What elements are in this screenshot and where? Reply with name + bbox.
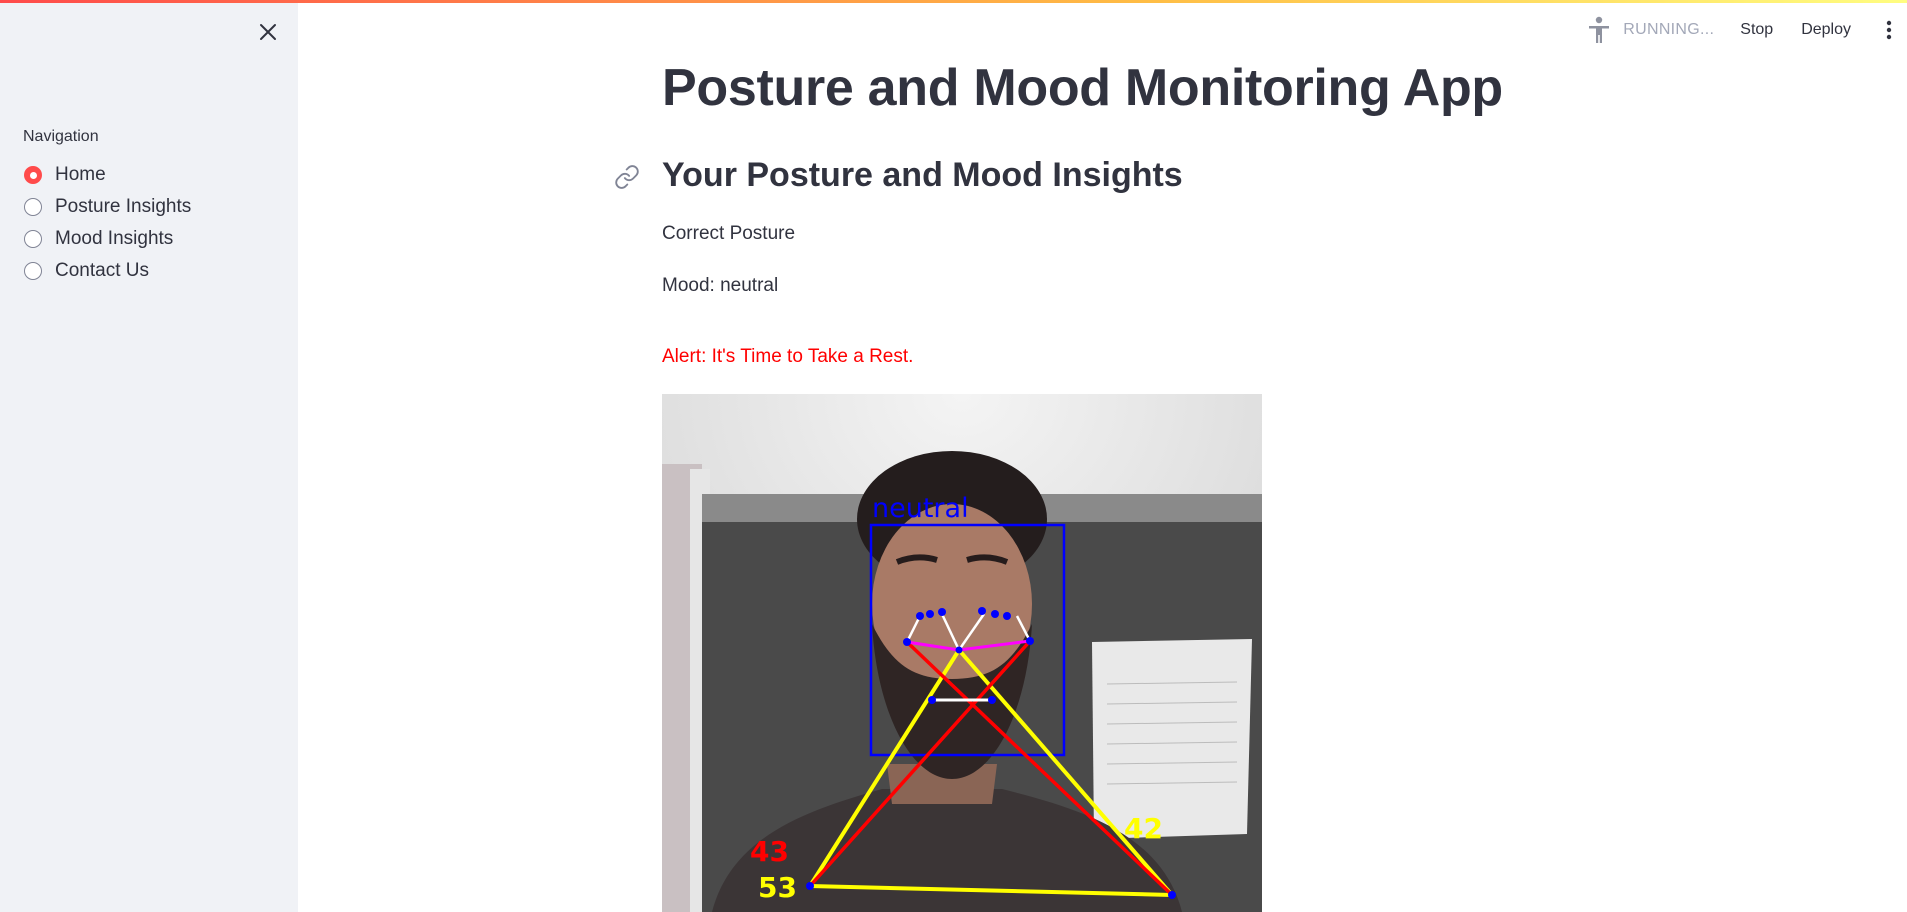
kebab-menu-icon[interactable] (1879, 16, 1899, 44)
sidebar: Navigation Home Posture Insights Mood In… (0, 0, 298, 912)
webcam-frame: neutral 43 53 42 (662, 394, 1262, 912)
nav-option-posture-insights[interactable]: Posture Insights (24, 191, 191, 223)
radio-selected-icon[interactable] (24, 166, 42, 184)
posture-status-text: Correct Posture (662, 223, 796, 244)
deploy-button[interactable]: Deploy (1801, 21, 1851, 39)
nav-option-label: Contact Us (55, 260, 149, 281)
stop-button[interactable]: Stop (1740, 21, 1773, 39)
angle-label-red: 43 (750, 835, 789, 868)
rest-alert-text: Alert: It's Time to Take a Rest. (662, 346, 914, 367)
navigation-label: Navigation (23, 128, 99, 145)
section-subheader: Your Posture and Mood Insights (662, 156, 1183, 194)
angle-label-left-yellow: 53 (758, 871, 797, 904)
page-title: Posture and Mood Monitoring App (662, 59, 1503, 117)
top-decoration-bar (0, 0, 1907, 3)
navigation-radio-group: Home Posture Insights Mood Insights Cont… (24, 159, 191, 287)
angle-label-right-yellow: 42 (1124, 812, 1163, 845)
emotion-label: neutral (872, 493, 969, 524)
running-status-text: RUNNING... (1623, 21, 1715, 38)
nav-option-label: Home (55, 164, 106, 185)
nav-option-label: Mood Insights (55, 228, 174, 249)
radio-unselected-icon[interactable] (24, 198, 42, 216)
radio-unselected-icon[interactable] (24, 230, 42, 248)
link-icon[interactable] (614, 164, 640, 190)
nav-option-label: Posture Insights (55, 196, 192, 217)
running-man-icon (1585, 15, 1613, 45)
close-icon[interactable] (254, 18, 282, 46)
mood-status-text: Mood: neutral (662, 275, 779, 296)
nav-option-contact-us[interactable]: Contact Us (24, 255, 191, 287)
nav-option-mood-insights[interactable]: Mood Insights (24, 223, 191, 255)
nav-option-home[interactable]: Home (24, 159, 191, 191)
radio-unselected-icon[interactable] (24, 262, 42, 280)
app-toolbar: RUNNING... Stop Deploy (1585, 0, 1907, 60)
